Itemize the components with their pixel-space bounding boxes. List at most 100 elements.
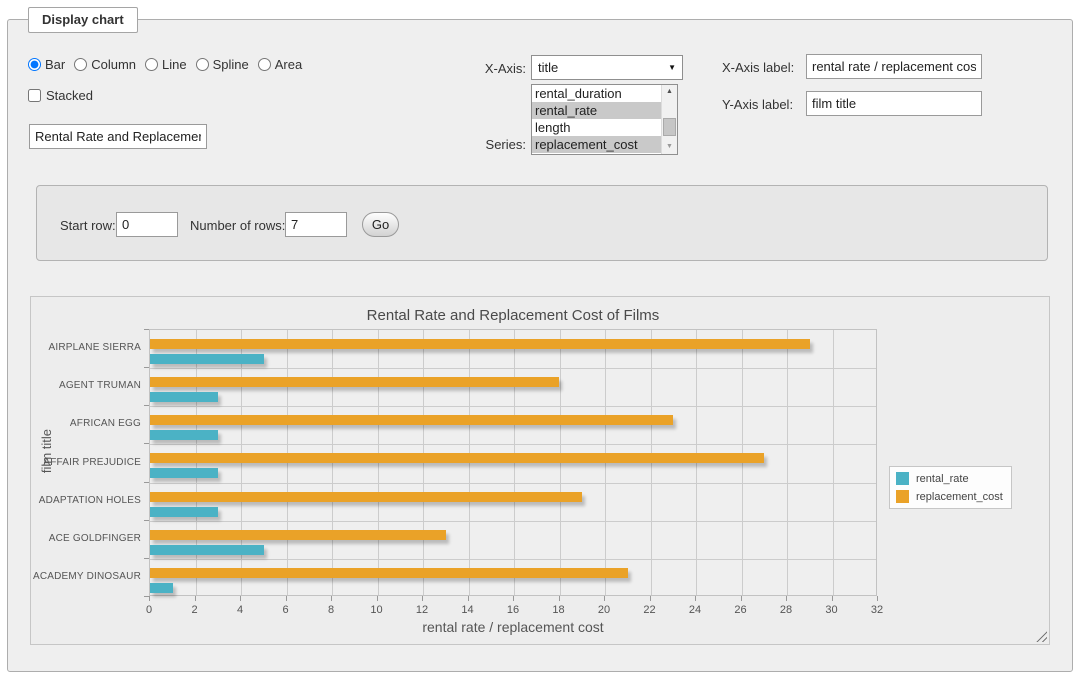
series-select-label: Series: <box>464 137 526 152</box>
bar-rental_rate <box>150 468 218 478</box>
chart-type-radio-spline[interactable]: Spline <box>196 57 249 72</box>
x-axis-label-caption: X-Axis label: <box>722 60 794 75</box>
chart-resize-handle[interactable] <box>1036 631 1047 642</box>
x-tick-label: 8 <box>311 604 351 616</box>
x-tick-label: 18 <box>539 604 579 616</box>
chart-type-radio-area[interactable]: Area <box>258 57 302 72</box>
x-tick-label: 22 <box>630 604 670 616</box>
radio-label: Spline <box>213 57 249 72</box>
chart-type-radio-bar[interactable]: Bar <box>28 57 65 72</box>
dropdown-arrow-icon: ▼ <box>668 63 676 72</box>
bar-replacement_cost <box>150 453 764 463</box>
fieldset-title: Display chart <box>28 7 138 33</box>
category-label: ACE GOLDFINGER <box>31 533 141 544</box>
num-rows-label: Number of rows: <box>190 218 285 233</box>
y-axis-label-input[interactable] <box>806 91 982 116</box>
series-listbox-scrollbar[interactable]: ▲ ▼ <box>661 85 677 154</box>
gridline-vertical <box>833 330 834 595</box>
bar-rental_rate <box>150 583 173 593</box>
radio-area[interactable] <box>258 58 271 71</box>
radio-bar[interactable] <box>28 58 41 71</box>
legend-swatch-icon <box>896 472 909 485</box>
x-tick-label: 32 <box>857 604 897 616</box>
gridline-horizontal <box>150 521 876 522</box>
legend-label: replacement_cost <box>916 491 1003 503</box>
y-tick-mark <box>144 558 149 559</box>
series-listbox[interactable]: rental_durationrental_ratelengthreplacem… <box>531 84 678 155</box>
legend-entry-replacement_cost: replacement_cost <box>896 490 1003 503</box>
x-tick-mark <box>149 596 150 601</box>
x-tick-mark <box>468 596 469 601</box>
x-tick-mark <box>559 596 560 601</box>
series-option-rental_rate[interactable]: rental_rate <box>532 102 661 119</box>
x-tick-mark <box>422 596 423 601</box>
legend-label: rental_rate <box>916 473 969 485</box>
category-label: AGENT TRUMAN <box>31 380 141 391</box>
x-tick-mark <box>695 596 696 601</box>
x-tick-label: 2 <box>175 604 215 616</box>
x-tick-label: 12 <box>402 604 442 616</box>
chart-container: Rental Rate and Replacement Cost of Film… <box>30 296 1050 645</box>
category-label: AFFAIR PREJUDICE <box>31 457 141 468</box>
radio-label: Area <box>275 57 302 72</box>
stacked-checkbox[interactable] <box>28 89 41 102</box>
x-tick-mark <box>331 596 332 601</box>
y-tick-mark <box>144 482 149 483</box>
category-label: AFRICAN EGG <box>31 418 141 429</box>
bar-rental_rate <box>150 430 218 440</box>
gridline-horizontal <box>150 483 876 484</box>
y-tick-mark <box>144 520 149 521</box>
bar-replacement_cost <box>150 339 810 349</box>
scroll-down-icon[interactable]: ▼ <box>662 140 677 154</box>
series-option-length[interactable]: length <box>532 119 661 136</box>
y-tick-mark <box>144 405 149 406</box>
x-tick-label: 6 <box>266 604 306 616</box>
gridline-horizontal <box>150 406 876 407</box>
radio-label: Bar <box>45 57 65 72</box>
num-rows-input[interactable] <box>285 212 347 237</box>
x-tick-label: 28 <box>766 604 806 616</box>
legend-entry-rental_rate: rental_rate <box>896 472 1003 485</box>
x-tick-label: 26 <box>721 604 761 616</box>
x-tick-label: 10 <box>357 604 397 616</box>
bar-rental_rate <box>150 507 218 517</box>
bar-rental_rate <box>150 545 264 555</box>
radio-line[interactable] <box>145 58 158 71</box>
radio-label: Column <box>91 57 136 72</box>
x-tick-mark <box>195 596 196 601</box>
chart-type-radio-group: Bar Column Line Spline Area <box>28 57 302 72</box>
x-tick-mark <box>877 596 878 601</box>
radio-spline[interactable] <box>196 58 209 71</box>
gridline-vertical <box>787 330 788 595</box>
x-axis-title: rental rate / replacement cost <box>149 619 877 635</box>
start-row-label: Start row: <box>60 218 116 233</box>
series-listbox-items: rental_durationrental_ratelengthreplacem… <box>532 85 661 154</box>
x-tick-mark <box>786 596 787 601</box>
series-option-replacement_cost[interactable]: replacement_cost <box>532 136 661 153</box>
bar-replacement_cost <box>150 377 559 387</box>
category-label: ACADEMY DINOSAUR <box>31 571 141 582</box>
y-tick-mark <box>144 329 149 330</box>
x-tick-mark <box>650 596 651 601</box>
x-axis-label-input[interactable] <box>806 54 982 79</box>
scroll-up-icon[interactable]: ▲ <box>662 85 677 99</box>
go-button[interactable]: Go <box>362 212 399 237</box>
chart-type-radio-line[interactable]: Line <box>145 57 187 72</box>
series-option-rental_duration[interactable]: rental_duration <box>532 85 661 102</box>
gridline-horizontal <box>150 368 876 369</box>
scrollbar-thumb[interactable] <box>663 118 676 136</box>
chart-type-radio-column[interactable]: Column <box>74 57 136 72</box>
start-row-input[interactable] <box>116 212 178 237</box>
chart-legend: rental_rate replacement_cost <box>889 466 1012 509</box>
chart-title: Rental Rate and Replacement Cost of Film… <box>149 307 877 324</box>
chart-title-input[interactable] <box>29 124 207 149</box>
x-axis-select[interactable]: title ▼ <box>531 55 683 80</box>
bar-rental_rate <box>150 354 264 364</box>
x-tick-label: 0 <box>129 604 169 616</box>
bar-replacement_cost <box>150 415 673 425</box>
radio-label: Line <box>162 57 187 72</box>
radio-column[interactable] <box>74 58 87 71</box>
bar-replacement_cost <box>150 492 582 502</box>
x-tick-label: 14 <box>448 604 488 616</box>
stacked-checkbox-row[interactable]: Stacked <box>28 88 93 103</box>
